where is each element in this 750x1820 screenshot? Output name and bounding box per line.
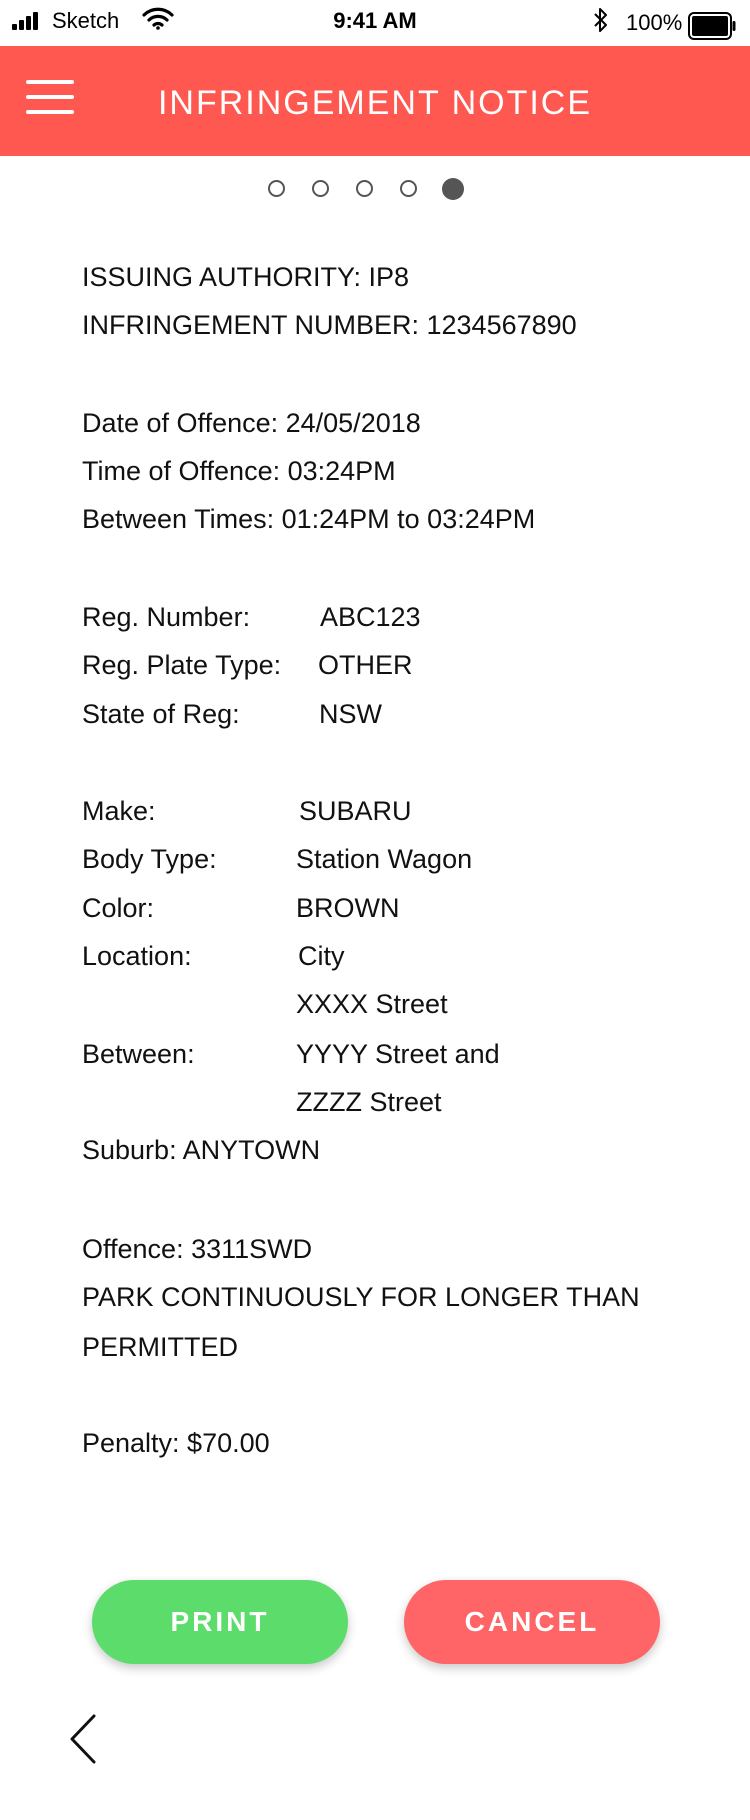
page-dot[interactable] [400, 180, 417, 197]
bluetooth-icon [594, 8, 607, 32]
offence-description-line1: PARK CONTINUOUSLY FOR LONGER THAN [82, 1282, 640, 1312]
page-dot[interactable] [268, 180, 285, 197]
between-label: Between: [82, 1039, 195, 1069]
cancel-button[interactable]: CANCEL [404, 1580, 660, 1664]
infringement-number: INFRINGEMENT NUMBER: 1234567890 [82, 310, 577, 340]
color-value: BROWN [296, 893, 400, 923]
color-label: Color: [82, 893, 155, 923]
page-title: INFRINGEMENT NOTICE [157, 84, 593, 122]
back-button[interactable] [66, 1712, 102, 1766]
between-line2: ZZZZ Street [296, 1087, 442, 1117]
print-button-label: PRINT [170, 1606, 270, 1637]
make-value: SUBARU [299, 796, 412, 826]
between-times: Between Times: 01:24PM to 03:24PM [82, 504, 536, 534]
offence-code: Offence: 3311SWD [82, 1234, 313, 1264]
issuing-authority: ISSUING AUTHORITY: IP8 [82, 262, 410, 292]
print-button[interactable]: PRINT [92, 1580, 348, 1664]
battery-icon [688, 12, 736, 40]
reg-plate-type-value: OTHER [318, 650, 413, 680]
state-of-reg-label: State of Reg: [82, 699, 240, 729]
offence-description-line2: PERMITTED [82, 1332, 239, 1362]
page-dot[interactable] [356, 180, 373, 197]
cancel-button-label: CANCEL [464, 1606, 600, 1637]
page-dot[interactable] [312, 180, 329, 197]
chevron-left-icon [70, 1714, 96, 1764]
reg-plate-type-label: Reg. Plate Type: [82, 650, 282, 680]
state-of-reg-value: NSW [319, 699, 382, 729]
battery-percent: 100% [626, 10, 683, 35]
status-bar: Sketch 9:41 AM 100% [0, 0, 750, 46]
reg-number-value: ABC123 [320, 602, 421, 632]
page-indicator [268, 178, 468, 204]
time-of-offence: Time of Offence: 03:24PM [82, 456, 396, 486]
penalty: Penalty: $70.00 [82, 1428, 270, 1458]
nav-bar: INFRINGEMENT NOTICE [0, 46, 750, 156]
location-line1: City [298, 941, 345, 971]
location-line2: XXXX Street [296, 989, 448, 1019]
body-type-value: Station Wagon [296, 844, 473, 874]
page-dot-active[interactable] [442, 178, 464, 200]
make-label: Make: [82, 796, 156, 826]
body-type-label: Body Type: [82, 844, 217, 874]
reg-number-label: Reg. Number: [82, 602, 251, 632]
location-label: Location: [82, 941, 192, 971]
between-line1: YYYY Street and [296, 1039, 500, 1069]
suburb: Suburb: ANYTOWN [82, 1135, 321, 1165]
date-of-offence: Date of Offence: 24/05/2018 [82, 408, 421, 438]
